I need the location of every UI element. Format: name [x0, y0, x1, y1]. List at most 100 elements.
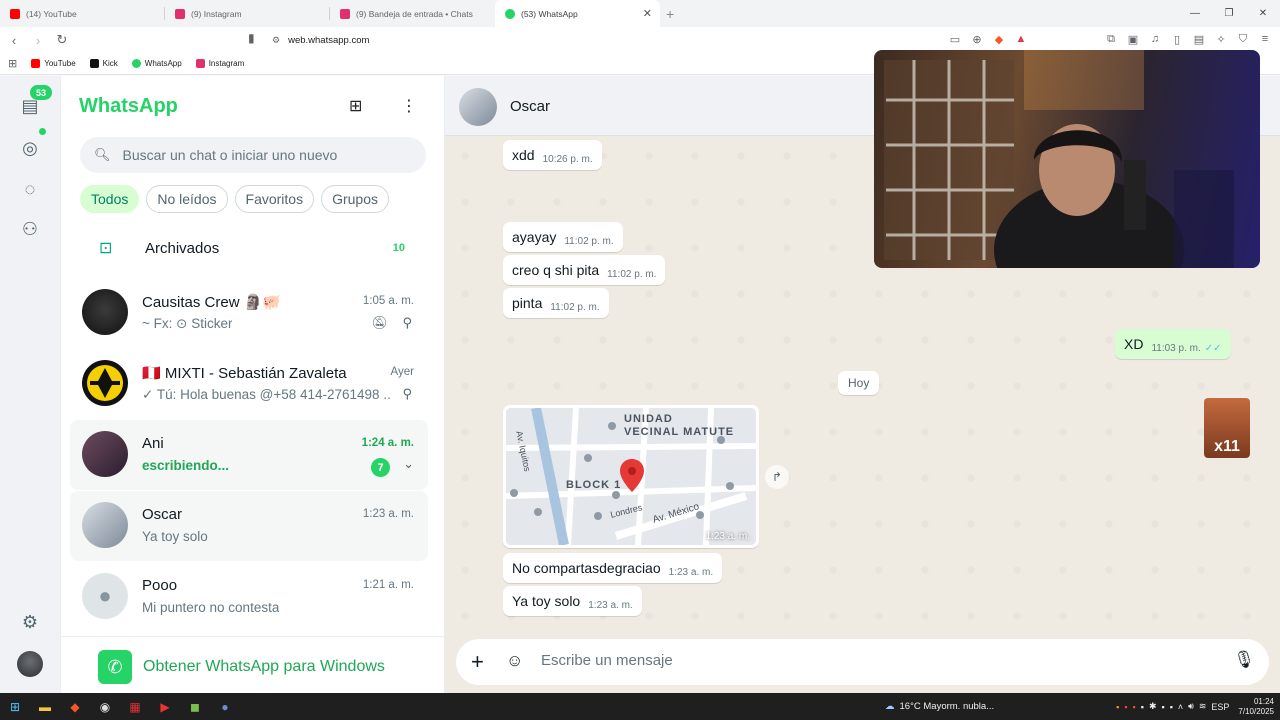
tab-instagram[interactable]: (9) Instagram: [165, 0, 330, 27]
emoji-icon[interactable]: ☺: [506, 651, 523, 671]
wallet-icon[interactable]: ▤: [1192, 31, 1206, 47]
reload-icon[interactable]: ↻: [52, 30, 72, 50]
bookmark-youtube[interactable]: YouTube: [31, 59, 76, 68]
game-app-icon[interactable]: ◼: [180, 693, 210, 720]
cast-icon[interactable]: ▭: [948, 31, 962, 47]
leo-ai-icon[interactable]: ✧: [1214, 31, 1228, 47]
bookmark-whatsapp[interactable]: WhatsApp: [131, 59, 182, 68]
filter-favorites[interactable]: Favoritos: [234, 185, 315, 213]
discord-icon[interactable]: ●: [210, 693, 240, 720]
message-in: xdd 10:26 p. m.: [503, 140, 602, 170]
obs-icon[interactable]: ◉: [90, 693, 120, 720]
chat-preview: ~ Fx: ⊙ Sticker: [142, 316, 233, 331]
extensions-icon[interactable]: ⧉: [1104, 31, 1118, 47]
sticker-message[interactable]: x11: [1204, 398, 1250, 458]
chat-item-ani[interactable]: Ani 1:24 a. m. escribiendo... 7 ⌄: [70, 420, 428, 490]
archived-row[interactable]: ⊡ Archivados 10: [61, 231, 445, 265]
restore-icon[interactable]: ❐: [1212, 0, 1246, 27]
new-tab-icon[interactable]: +: [666, 6, 674, 22]
chat-item-causitas-crew[interactable]: Causitas Crew 🗿🐖 1:05 a. m. ~ Fx: ⊙ Stic…: [70, 278, 428, 348]
clock[interactable]: 01:24 7/10/2025: [1238, 697, 1274, 717]
filter-all[interactable]: Todos: [80, 185, 140, 213]
video-app-icon[interactable]: ▶: [150, 693, 180, 720]
message-time: 1:23 a. m.: [668, 567, 714, 578]
chat-item-oscar[interactable]: Oscar 1:23 a. m. Ya toy solo: [70, 491, 428, 561]
url-field[interactable]: ⚙ web.whatsapp.com: [272, 30, 369, 50]
tab-title: (9) Bandeja de entrada • Chats: [356, 8, 473, 19]
back-icon[interactable]: ‹: [4, 30, 24, 50]
chat-item-pooo[interactable]: ● Pooo 1:21 a. m. Mi puntero no contesta: [70, 562, 428, 632]
bookmark-label: Kick: [102, 59, 118, 68]
whatsapp-favicon-icon: [505, 8, 515, 19]
app-brand: WhatsApp: [79, 95, 178, 117]
new-chat-icon[interactable]: ⊞: [349, 96, 362, 116]
tray-app-icon[interactable]: ▪: [1141, 702, 1144, 712]
menu-icon[interactable]: ⋮: [401, 96, 417, 116]
site-info-icon[interactable]: ⚙: [272, 35, 280, 46]
message-time: 11:03 p. m.: [1151, 343, 1201, 354]
brave-icon[interactable]: ◆: [60, 693, 90, 720]
tray-app-icon[interactable]: ▪: [1116, 702, 1119, 712]
day-separator: Hoy: [838, 371, 880, 395]
search-input[interactable]: [122, 147, 403, 163]
screenshot-icon[interactable]: ▣: [1126, 31, 1140, 47]
close-tab-icon[interactable]: ✕: [643, 7, 652, 20]
tray-app-icon[interactable]: ▪: [1170, 702, 1173, 712]
chat-time: 1:05 a. m.: [362, 295, 414, 307]
tab-youtube[interactable]: (14) YouTube: [0, 0, 165, 27]
profile-avatar[interactable]: [17, 651, 43, 677]
network-icon[interactable]: ≋: [1199, 701, 1207, 712]
vpn-icon[interactable]: ⛉: [1236, 31, 1250, 47]
tray-app-icon[interactable]: ▪: [1162, 702, 1165, 712]
zoom-icon[interactable]: ⊕: [970, 31, 984, 47]
bluetooth-icon[interactable]: ✱: [1149, 701, 1157, 712]
typing-indicator: escribiendo...: [142, 458, 230, 473]
microphone-icon[interactable]: 🎙︎: [1233, 650, 1255, 670]
cloud-icon: ☁: [885, 701, 895, 712]
message-time: 10:26 p. m.: [542, 154, 593, 165]
tab-instagram-inbox[interactable]: (9) Bandeja de entrada • Chats: [330, 0, 495, 27]
chat-item-mixti[interactable]: 🇵🇪 MIXTI - Sebastián Zavaleta Ayer ✓ Tú:…: [70, 349, 428, 419]
filter-groups[interactable]: Grupos: [321, 185, 390, 213]
avatar: ●: [82, 573, 128, 619]
chevron-up-icon[interactable]: ˄: [1178, 702, 1183, 712]
bookmark-icon[interactable]: ▮: [248, 31, 255, 45]
status-icon[interactable]: ◎: [18, 136, 42, 160]
search-box: 🔍︎: [80, 137, 426, 173]
attach-icon[interactable]: +: [471, 649, 484, 675]
message-time: 11:02 p. m.: [607, 269, 657, 280]
composer-box: + ☺ 🎙︎: [456, 639, 1269, 685]
forward-icon[interactable]: ↱: [765, 465, 789, 489]
mixer-app-icon[interactable]: ▦: [120, 693, 150, 720]
language-indicator[interactable]: ESP: [1211, 702, 1229, 712]
filter-unread[interactable]: No leídos: [146, 185, 228, 213]
map-preview[interactable]: UNIDAD VECINAL MATUTE BLOCK 1 Av. Iquito…: [506, 408, 756, 545]
chevron-down-icon[interactable]: ⌄: [403, 456, 414, 472]
channels-icon[interactable]: ◌: [18, 177, 42, 201]
communities-icon[interactable]: ⚇: [18, 217, 42, 241]
contact-avatar[interactable]: [459, 88, 497, 126]
forward-icon[interactable]: ›: [28, 30, 48, 50]
brave-rewards-icon[interactable]: ▲: [1014, 31, 1028, 47]
message-input[interactable]: [541, 652, 1141, 669]
sidebar-icon[interactable]: ▯: [1170, 31, 1184, 47]
tray-app-icon[interactable]: ▪: [1133, 702, 1136, 712]
apps-grid-icon[interactable]: ⊞: [8, 57, 17, 70]
brave-shield-icon[interactable]: ◆: [992, 31, 1006, 47]
close-window-icon[interactable]: ✕: [1246, 0, 1280, 27]
media-icon[interactable]: ♫: [1148, 31, 1162, 47]
settings-icon[interactable]: ⚙: [18, 610, 42, 634]
tab-whatsapp[interactable]: (53) WhatsApp ✕: [495, 0, 660, 27]
bookmark-kick[interactable]: Kick: [89, 59, 118, 68]
weather-widget[interactable]: ☁ 16°C Mayorm. nubla...: [885, 693, 994, 720]
menu-icon[interactable]: ≡: [1258, 31, 1272, 47]
system-tray: ▪ ▪ ▪ ▪ ✱ ▪ ▪ ˄ 🔊︎ ≋ ESP 01:24 7/10/2025: [1116, 693, 1274, 720]
start-icon[interactable]: ⊞: [0, 693, 30, 720]
get-whatsapp-windows-banner[interactable]: ✆ Obtener WhatsApp para Windows: [61, 636, 445, 693]
minimize-icon[interactable]: —: [1178, 0, 1212, 27]
file-explorer-icon[interactable]: ▬: [30, 693, 60, 720]
location-message[interactable]: UNIDAD VECINAL MATUTE BLOCK 1 Av. Iquito…: [503, 405, 759, 548]
bookmark-instagram[interactable]: Instagram: [195, 59, 244, 68]
volume-icon[interactable]: 🔊︎: [1188, 701, 1194, 712]
tray-app-icon[interactable]: ▪: [1124, 702, 1127, 712]
